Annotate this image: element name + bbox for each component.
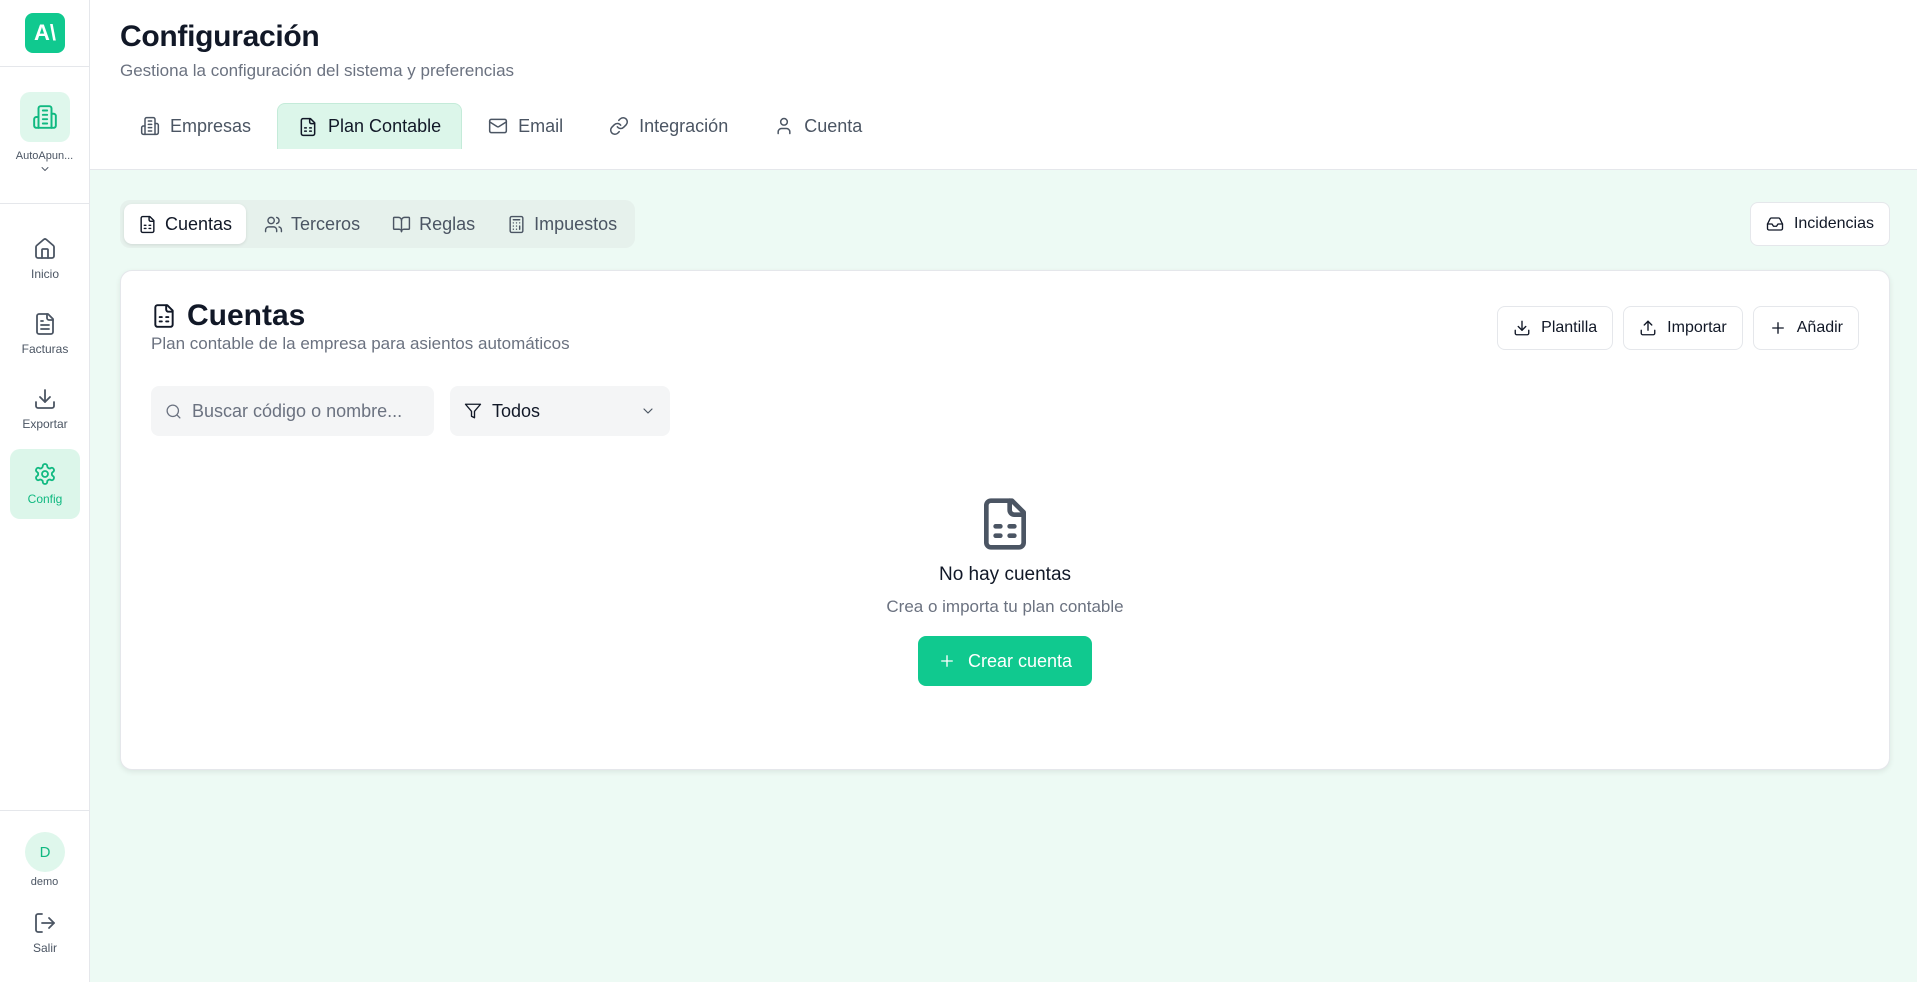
search-icon [165,403,182,420]
divider [0,66,89,67]
create-account-label: Crear cuenta [967,650,1073,671]
subtab-label: Terceros [291,213,361,234]
logo-text: A\ [34,20,56,45]
nav-item-config[interactable]: Config [10,449,80,519]
create-account-button[interactable]: Crear cuenta [917,636,1093,686]
empty-title: No hay cuentas [938,564,1072,585]
nav-item-exportar[interactable]: Exportar [10,374,80,444]
template-label: Plantilla [1541,319,1598,336]
empty-state: No hay cuentas Crea o importa tu plan co… [121,496,1889,686]
settings-tabs: Empresas Plan Contable Email Integración… [120,103,882,149]
company-switcher[interactable]: AutoApun... [0,92,89,175]
file-spreadsheet-icon [121,496,1889,552]
plan-subtabs: Cuentas Terceros Reglas Impuestos [120,200,636,248]
company-name: AutoApun... [15,150,74,162]
tab-label: Integración [639,115,729,136]
sidebar: A\ AutoApun... Inicio Facturas Exportar [0,0,90,982]
download-icon [1513,319,1531,337]
logout-icon [33,911,57,935]
avatar-initial: D [39,843,51,861]
divider [0,203,89,204]
subtab-terceros[interactable]: Terceros [250,204,374,244]
book-icon [392,215,411,234]
avatar[interactable]: D [25,832,65,872]
subtab-reglas[interactable]: Reglas [378,204,489,244]
tab-empresas[interactable]: Empresas [120,103,271,149]
building-icon [19,92,70,142]
subtab-label: Cuentas [165,213,233,234]
tab-email[interactable]: Email [468,103,583,149]
tab-label: Plan Contable [328,116,442,136]
logout-label: Salir [32,941,57,955]
nav-label: Config [27,492,63,506]
import-button[interactable]: Importar [1623,306,1743,350]
search-field [151,386,434,436]
link-icon [609,116,629,136]
upload-icon [1639,319,1657,337]
nav-label: Inicio [30,267,59,281]
tab-cuenta[interactable]: Cuenta [754,103,882,149]
user-icon [774,116,794,136]
users-icon [264,215,283,234]
subtab-label: Impuestos [534,213,618,234]
file-text-icon [33,312,57,336]
subtab-impuestos[interactable]: Impuestos [493,204,631,244]
chevron-down-icon [0,163,89,175]
card-title: Cuentas [151,299,305,333]
search-input[interactable] [192,400,412,422]
building-icon [140,116,160,136]
import-label: Importar [1667,319,1727,336]
user-name: demo [30,876,59,888]
subtab-label: Reglas [419,213,476,234]
home-icon [33,237,57,261]
divider [0,810,89,811]
app-logo[interactable]: A\ [25,13,65,53]
mail-icon [488,116,508,136]
empty-subtitle: Crea o importa tu plan contable [886,597,1124,616]
accounts-card: Cuentas Plan contable de la empresa para… [120,270,1890,770]
filter-icon [464,402,482,420]
logout-button[interactable]: Salir [10,902,80,964]
tab-label: Cuenta [804,115,863,136]
tab-integracion[interactable]: Integración [589,103,748,149]
tab-label: Email [518,115,564,136]
page-header: Configuración Gestiona la configuración … [90,0,1917,170]
main-content: Cuentas Terceros Reglas Impuestos Incide… [90,170,1917,982]
card-title-text: Cuentas [187,299,306,332]
add-label: Añadir [1796,319,1843,336]
incidencias-label: Incidencias [1793,215,1874,232]
card-actions: Plantilla Importar Añadir [1497,306,1859,350]
tab-plan-contable[interactable]: Plan Contable [277,103,463,149]
plus-icon [1769,319,1787,337]
add-button[interactable]: Añadir [1752,306,1859,350]
page-title: Configuración [120,20,320,53]
subtab-cuentas[interactable]: Cuentas [124,204,247,244]
nav-label: Facturas [21,342,69,356]
nav-item-inicio[interactable]: Inicio [10,224,80,294]
calculator-icon [507,215,526,234]
file-spreadsheet-icon [138,215,157,234]
incidencias-button[interactable]: Incidencias [1749,202,1890,246]
gear-icon [33,462,57,486]
filter-selected-value: Todos [492,400,541,421]
nav-label: Exportar [22,417,68,431]
tab-label: Empresas [170,115,252,136]
nav-item-facturas[interactable]: Facturas [10,299,80,369]
file-spreadsheet-icon [298,117,318,137]
chevron-down-icon [640,403,656,419]
inbox-icon [1766,215,1784,233]
filter-select[interactable]: Todos [450,386,670,436]
card-subtitle: Plan contable de la empresa para asiento… [151,334,570,353]
download-icon [33,387,57,411]
file-spreadsheet-icon [151,303,177,329]
page-subtitle: Gestiona la configuración del sistema y … [120,61,515,80]
plus-icon [938,652,956,670]
template-button[interactable]: Plantilla [1497,306,1614,350]
